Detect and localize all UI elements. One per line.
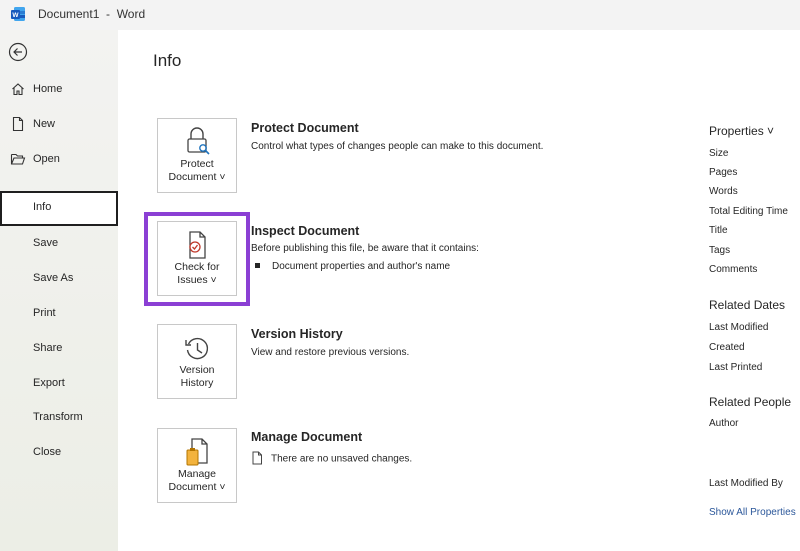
sidebar-item-label: Info (33, 201, 52, 213)
sidebar-item-label: Share (33, 342, 63, 354)
button-label-line2: Document ˅ (168, 481, 226, 493)
show-all-properties-link[interactable]: Show All Properties (709, 507, 796, 518)
svg-text:W: W (12, 12, 19, 19)
related-people-header: Related People (709, 395, 792, 409)
bullet-text: Document properties and author's name (272, 261, 451, 272)
sidebar-item-info[interactable]: Info (0, 191, 118, 226)
bullet-item: Document properties and author's name (255, 261, 450, 272)
inspect-document-title: Inspect Document (251, 224, 360, 238)
sidebar-item-label: Print (33, 307, 56, 319)
property-comments: Comments (709, 264, 758, 275)
date-created: Created (709, 342, 745, 353)
button-label-line1: Protect (180, 158, 214, 170)
sidebar-item-label: Close (33, 446, 62, 458)
backstage-sidebar: Home New Open Info Save Save As Print Sh… (0, 30, 118, 551)
property-size: Size (709, 148, 729, 159)
history-clock-icon (185, 337, 209, 360)
highlight-box (144, 212, 250, 306)
sidebar-item-print[interactable]: Print (0, 297, 118, 330)
title-bar: W Document1 - Word (0, 0, 800, 30)
manage-document-title: Manage Document (251, 430, 363, 444)
sidebar-item-save[interactable]: Save (0, 227, 118, 260)
last-modified-by: Last Modified By (709, 478, 783, 489)
lock-key-icon (187, 127, 210, 155)
info-pane: Info Protect Document ˅ Protect Document… (118, 30, 800, 551)
button-label-line2: History (180, 377, 214, 389)
date-last-modified: Last Modified (709, 322, 769, 333)
sidebar-item-label: Save (33, 237, 59, 249)
sidebar-item-label: Export (33, 377, 65, 389)
sidebar-item-share[interactable]: Share (0, 332, 118, 365)
property-words: Words (709, 186, 738, 197)
back-arrow-icon[interactable] (8, 42, 28, 62)
property-title: Title (709, 225, 728, 236)
sidebar-item-label: New (33, 118, 56, 130)
version-history-button[interactable]: Version History (157, 324, 237, 399)
new-document-icon (12, 116, 24, 132)
sidebar-item-label: Open (33, 153, 60, 165)
sidebar-item-label: Save As (33, 272, 74, 284)
manage-document-status: There are no unsaved changes. (271, 453, 413, 465)
date-last-printed: Last Printed (709, 362, 763, 373)
folder-open-icon (10, 153, 26, 165)
sidebar-item-export[interactable]: Export (0, 367, 118, 400)
property-pages: Pages (709, 167, 738, 178)
property-tags: Tags (709, 245, 731, 256)
sidebar-item-label: Home (33, 83, 63, 95)
button-label-line1: Manage (178, 468, 216, 480)
sidebar-item-open[interactable]: Open (0, 143, 118, 176)
page-title: Info (153, 51, 182, 70)
button-label-line2: Document ˅ (168, 171, 226, 183)
window-title: Document1 - Word (38, 7, 146, 21)
manage-document-icon (186, 438, 208, 466)
properties-dropdown[interactable]: Properties ˅ (709, 124, 774, 138)
protect-document-description: Control what types of changes people can… (251, 141, 544, 152)
property-total-editing-time: Total Editing Time (709, 206, 788, 217)
manage-document-button[interactable]: Manage Document ˅ (157, 428, 237, 503)
document-small-icon (252, 451, 262, 465)
version-history-description: View and restore previous versions. (251, 347, 410, 358)
sidebar-item-new[interactable]: New (0, 108, 118, 141)
button-label-line1: Version (179, 364, 215, 376)
sidebar-item-label: Transform (33, 411, 83, 423)
inspect-document-description: Before publishing this file, be aware th… (251, 243, 479, 254)
word-logo-icon: W (11, 7, 25, 21)
related-dates-header: Related Dates (709, 298, 786, 312)
sidebar-item-save-as[interactable]: Save As (0, 262, 118, 295)
manage-document-description: There are no unsaved changes. (251, 451, 413, 466)
people-author: Author (709, 418, 739, 429)
bullet-icon (255, 262, 260, 268)
version-history-title: Version History (251, 327, 343, 341)
home-icon (12, 83, 24, 96)
sidebar-item-transform[interactable]: Transform (0, 401, 118, 434)
sidebar-item-home[interactable]: Home (0, 73, 118, 106)
sidebar-item-close[interactable]: Close (0, 436, 118, 469)
protect-document-button[interactable]: Protect Document ˅ (157, 118, 237, 193)
protect-document-title: Protect Document (251, 121, 359, 135)
